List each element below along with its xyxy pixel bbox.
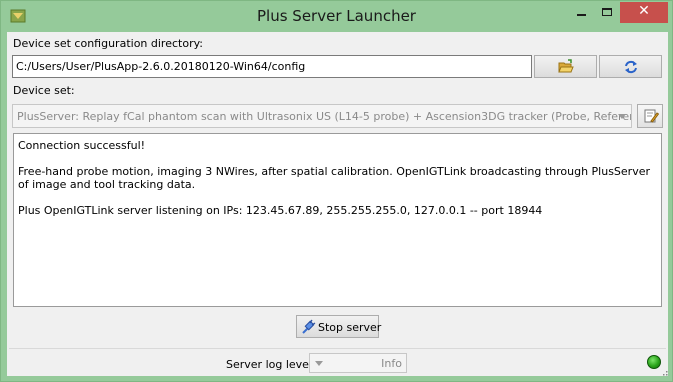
chevron-down-icon [315,361,323,366]
refresh-device-sets-button[interactable] [599,55,662,78]
device-set-dropdown[interactable]: PlusServer: Replay fCal phantom scan wit… [12,104,632,128]
folder-open-icon [558,59,574,73]
chevron-down-icon [618,114,626,119]
server-status-led-icon [647,355,661,369]
title-bar[interactable]: Plus Server Launcher ✕ [1,1,672,32]
log-line: Plus OpenIGTLink server listening on IPs… [18,204,543,217]
log-level-label: Server log level: [226,358,316,371]
config-dir-label: Device set configuration directory: [13,37,204,50]
maximize-button[interactable] [594,2,620,23]
server-log-text[interactable]: Connection successful! Free-hand probe m… [13,133,662,307]
maximize-icon [602,8,612,16]
log-line: Connection successful! [18,139,146,152]
main-panel: Device set configuration directory: C:/U… [7,32,668,376]
device-set-label: Device set: [13,84,75,97]
stop-server-button[interactable]: Stop server [296,315,382,338]
minimize-button[interactable] [568,2,594,23]
config-dir-input[interactable]: C:/Users/User/PlusApp-2.6.0.20180120-Win… [12,55,532,78]
close-icon: ✕ [638,3,650,19]
resize-grip-icon[interactable] [660,368,668,376]
stop-server-label: Stop server [318,321,382,334]
plus-server-launcher-window: Plus Server Launcher ✕ Device set config… [0,0,673,382]
open-config-dir-button[interactable] [534,55,597,78]
edit-config-icon [644,109,659,123]
device-set-selected: PlusServer: Replay fCal phantom scan wit… [17,110,632,123]
log-level-value: Info [381,357,402,370]
status-separator [9,348,666,349]
log-line: Free-hand probe motion, imaging 3 NWires… [18,165,650,191]
close-button[interactable]: ✕ [620,2,668,23]
log-level-dropdown[interactable]: Info [309,353,407,373]
minimize-icon [577,14,586,16]
edit-device-set-button[interactable] [637,104,663,128]
refresh-icon [625,60,637,74]
connect-plug-icon [302,319,316,334]
status-bar: Server log level: Info [7,348,668,376]
